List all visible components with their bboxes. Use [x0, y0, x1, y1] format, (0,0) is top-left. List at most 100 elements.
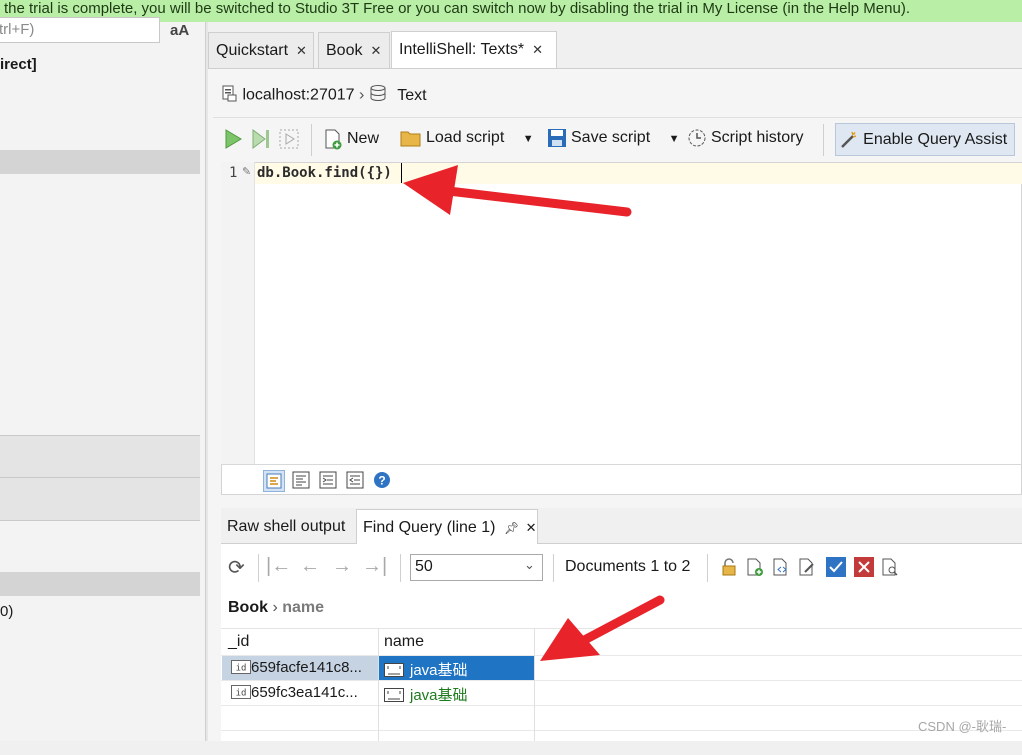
table-cell-id[interactable]: id 659fc3ea141c...: [231, 684, 358, 701]
divider: [213, 117, 1022, 118]
id-value: 659facfe141c8...: [251, 659, 362, 676]
refresh-icon[interactable]: ⟳: [228, 555, 245, 580]
column-header-id[interactable]: _id: [228, 633, 249, 651]
svg-text:?: ?: [378, 474, 385, 488]
close-icon[interactable]: ✕: [532, 42, 543, 57]
breadcrumb-server[interactable]: localhost:27017: [242, 87, 354, 104]
format-code-icon[interactable]: [263, 470, 285, 492]
close-icon[interactable]: ✕: [296, 43, 307, 58]
toolbar-separator: [823, 124, 824, 156]
result-path: Book › name: [228, 599, 324, 617]
first-page-icon[interactable]: |←: [266, 555, 291, 578]
chevron-right-icon: ›: [272, 599, 278, 616]
tab-label: Raw shell output: [227, 518, 346, 535]
toolbar-separator: [707, 554, 708, 582]
document-count: Documents 1 to 2: [565, 558, 691, 575]
view-document-icon[interactable]: [771, 557, 791, 577]
toolbar-separator: [400, 554, 401, 582]
column-header-name[interactable]: name: [384, 633, 424, 651]
script-history-label: Script history: [711, 129, 804, 147]
font-size-toggle[interactable]: aA: [170, 22, 189, 39]
chevron-down-icon[interactable]: ▼: [669, 133, 680, 145]
load-script-label: Load script: [426, 129, 505, 147]
table-header: [221, 628, 1022, 655]
magic-wand-icon: [839, 131, 863, 148]
align-left-icon[interactable]: [291, 470, 313, 492]
path-collection[interactable]: Book: [228, 599, 268, 616]
text-caret: [401, 163, 402, 183]
column-divider[interactable]: [378, 628, 379, 741]
path-field[interactable]: name: [282, 599, 324, 616]
breadcrumb-database[interactable]: Text: [397, 87, 426, 104]
line-number: 1: [229, 165, 238, 181]
close-icon[interactable]: ✕: [526, 520, 537, 535]
tab-find-query[interactable]: Find Query (line 1) 📌︎ ✕: [356, 509, 538, 544]
column-divider[interactable]: [534, 628, 535, 741]
chevron-down-icon[interactable]: ▼: [523, 133, 534, 145]
table-cell-name[interactable]: java基础: [384, 684, 468, 705]
left-section-bar: [0, 436, 200, 477]
indent-icon[interactable]: [318, 470, 340, 492]
script-editor[interactable]: [221, 162, 1022, 495]
script-history-button[interactable]: Script history: [687, 128, 803, 148]
validate-icon[interactable]: [826, 557, 846, 577]
save-script-label: Save script: [571, 129, 651, 147]
load-script-button[interactable]: Load script ▼: [400, 128, 534, 148]
outdent-icon[interactable]: [345, 470, 367, 492]
run-selection-button[interactable]: [278, 128, 304, 150]
tab-raw-shell-output[interactable]: Raw shell output: [221, 509, 351, 544]
table-cell-name[interactable]: java基础: [384, 659, 468, 680]
pin-icon[interactable]: 📌︎: [504, 521, 519, 535]
table-row[interactable]: [221, 730, 1022, 755]
add-document-icon[interactable]: [745, 557, 765, 577]
close-icon[interactable]: ✕: [370, 43, 381, 58]
connection-label[interactable]: irect]: [0, 56, 37, 73]
left-section-bar: [0, 478, 200, 520]
name-value: java基础: [410, 662, 468, 679]
left-section-bar: [0, 150, 200, 174]
previous-page-icon[interactable]: ←: [300, 555, 320, 578]
last-page-icon[interactable]: →|: [362, 555, 387, 578]
tab-intellishell[interactable]: IntelliShell: Texts* ✕: [391, 31, 557, 68]
left-section-bar: [0, 572, 200, 596]
left-count-label: 0): [0, 603, 14, 620]
left-panel: [0, 22, 206, 741]
query-inspect-icon[interactable]: [880, 557, 900, 577]
help-icon[interactable]: ?: [372, 470, 394, 492]
next-page-icon[interactable]: →: [332, 555, 352, 578]
tab-label: Quickstart: [216, 42, 289, 59]
watermark: CSDN @-耿瑞-: [918, 719, 1007, 734]
run-line-button[interactable]: [250, 128, 276, 150]
left-search-input[interactable]: trl+F): [0, 17, 160, 43]
editor-gutter: [221, 162, 255, 464]
edit-document-icon[interactable]: [797, 557, 817, 577]
left-divider: [0, 520, 200, 521]
tab-quickstart[interactable]: Quickstart ✕: [208, 32, 314, 68]
tab-book[interactable]: Book ✕: [318, 32, 390, 68]
toolbar-separator: [311, 124, 312, 156]
table-row[interactable]: [221, 705, 1022, 730]
svg-text:id: id: [236, 689, 247, 699]
tab-label: Book: [326, 42, 363, 59]
pencil-icon: ✎: [242, 166, 252, 178]
delete-document-icon[interactable]: [854, 557, 874, 577]
new-button[interactable]: New: [323, 128, 379, 150]
divider: [221, 464, 1022, 465]
svg-text:id: id: [236, 664, 247, 674]
new-button-label: New: [347, 130, 380, 148]
breadcrumb: localhost:27017 › Text: [220, 84, 427, 107]
run-button[interactable]: [222, 128, 248, 150]
enable-query-assist-button[interactable]: Enable Query Assist: [835, 123, 1015, 156]
name-value: java基础: [410, 687, 468, 704]
table-cell-id[interactable]: id 659facfe141c8...: [231, 659, 362, 676]
code-line[interactable]: db.Book.find({}): [257, 165, 392, 181]
lock-icon[interactable]: [719, 557, 739, 577]
toolbar-separator: [258, 554, 259, 582]
tab-label: Find Query (line 1): [363, 519, 496, 536]
chevron-right-icon: ›: [359, 86, 365, 104]
enable-query-assist-label: Enable Query Assist: [863, 131, 1008, 148]
save-script-button[interactable]: Save script ▼: [547, 128, 679, 148]
database-icon: [369, 85, 391, 106]
chevron-down-icon[interactable]: ⌄: [524, 557, 535, 573]
id-value: 659fc3ea141c...: [251, 684, 358, 701]
